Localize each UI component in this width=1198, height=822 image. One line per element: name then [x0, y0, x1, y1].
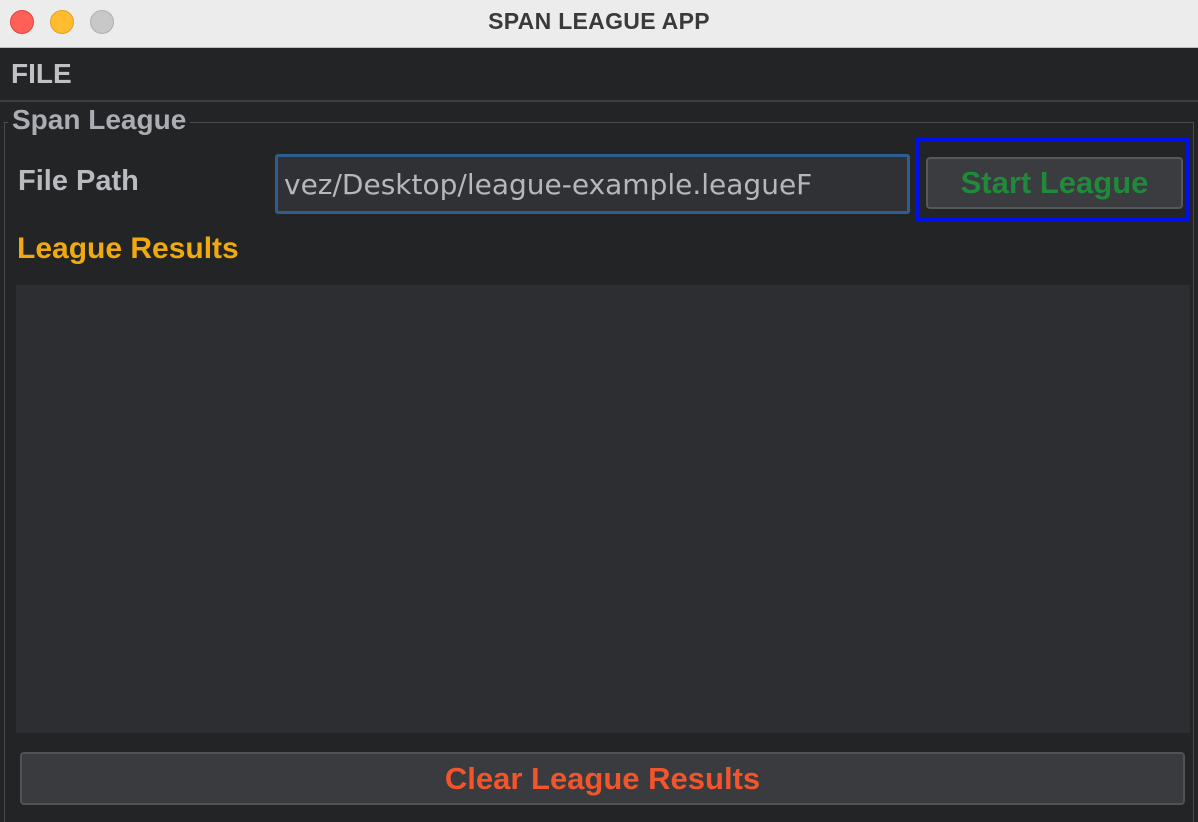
league-results-label: League Results: [17, 232, 239, 265]
group-border-right: [1193, 122, 1194, 822]
group-border-left: [4, 122, 5, 822]
file-path-input[interactable]: [275, 154, 910, 214]
window-title: SPAN LEAGUE APP: [488, 8, 710, 34]
menu-file[interactable]: FILE: [11, 58, 72, 90]
start-league-button[interactable]: Start League: [926, 157, 1183, 209]
clear-league-results-button[interactable]: Clear League Results: [20, 752, 1185, 805]
span-league-panel: Span League File Path Start League Leagu…: [0, 102, 1198, 822]
group-title: Span League: [8, 104, 191, 136]
menu-bar: FILE: [0, 48, 1198, 102]
file-path-label: File Path: [18, 165, 139, 197]
league-results-textarea[interactable]: [16, 285, 1190, 733]
window-titlebar: SPAN LEAGUE APP: [0, 0, 1198, 48]
